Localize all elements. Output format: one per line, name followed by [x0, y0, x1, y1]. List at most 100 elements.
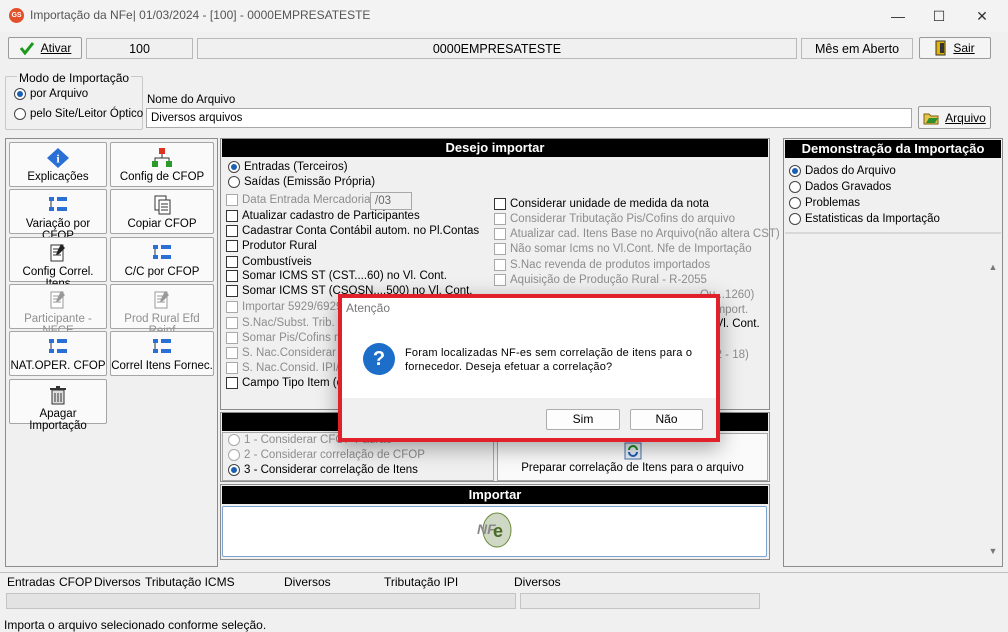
- importar-header: Importar: [222, 486, 768, 504]
- arquivo-button[interactable]: Arquivo: [918, 106, 991, 129]
- checkbox-icon: [226, 256, 238, 268]
- nao-button[interactable]: Não: [630, 409, 703, 430]
- status-entradas: Entradas: [7, 575, 56, 589]
- hierarchy-icon: [152, 148, 172, 167]
- maximize-button[interactable]: ☐: [921, 2, 957, 30]
- file-name-input[interactable]: Diversos arquivos: [146, 108, 912, 128]
- option-label: Somar Pis/Cofins no: [242, 332, 347, 344]
- right-option-1[interactable]: Considerar unidade de medida da nota: [494, 198, 709, 210]
- company-name-field: 0000EMPRESATESTE: [197, 38, 797, 59]
- file-name-label: Nome do Arquivo: [147, 94, 236, 106]
- scroll-up-icon[interactable]: ▲: [986, 262, 1000, 272]
- nat-oper-cfop-label: NAT.OPER. CFOP: [10, 360, 106, 372]
- sair-button[interactable]: Sair: [919, 37, 991, 59]
- variacao-cfop-button[interactable]: Variação por CFOP: [9, 189, 107, 242]
- demo-estatisticas-radio[interactable]: Estatisticas da Importação: [789, 213, 940, 225]
- entradas-radio[interactable]: Entradas (Terceiros): [228, 161, 348, 173]
- checkbox-icon: [494, 274, 506, 286]
- copy-icon: [154, 195, 171, 215]
- exit-door-icon: [935, 40, 946, 56]
- company-code-field: 100: [86, 38, 193, 59]
- mode-por-arquivo-label: por Arquivo: [30, 88, 89, 100]
- prod-rural-reinf-button[interactable]: Prod Rural Efd Reinf: [110, 284, 214, 337]
- config-correl-itens-button[interactable]: Config Correl. Itens: [9, 237, 107, 290]
- explicacoes-label: Explicações: [27, 171, 89, 183]
- edit-document-icon: [154, 291, 169, 309]
- status-ipi-value: Diversos: [514, 575, 561, 589]
- correl-itens-fornec-button[interactable]: Correl Itens Fornec.: [110, 331, 214, 376]
- progress-bar-left: [6, 593, 516, 609]
- left-option-7[interactable]: Importar 5929/6929: [226, 301, 342, 313]
- left-option-9[interactable]: Somar Pis/Cofins no: [226, 332, 347, 344]
- close-window-button[interactable]: ✕: [964, 2, 1000, 30]
- checkbox-icon: [226, 210, 238, 222]
- scroll-down-icon[interactable]: ▼: [986, 546, 1000, 556]
- minimize-button[interactable]: —: [880, 2, 916, 30]
- radio-selected-icon: [228, 161, 240, 173]
- mode-site-radio[interactable]: pelo Site/Leitor Óptico: [14, 108, 143, 120]
- option-label: 3 - Considerar correlação de Itens: [244, 464, 418, 476]
- left-option-5[interactable]: Somar ICMS ST (CST....60) no Vl. Cont.: [226, 270, 447, 282]
- correl-itens-fornec-label: Correl Itens Fornec.: [111, 360, 213, 372]
- sair-label: Sair: [953, 41, 975, 55]
- option-label: Importar 5929/6929: [242, 301, 343, 313]
- tree-list-icon: [49, 197, 67, 211]
- app-icon: GS: [9, 8, 24, 23]
- question-icon: ?: [363, 343, 395, 375]
- option-label: Problemas: [805, 197, 860, 209]
- cc-cfop-button[interactable]: C/C por CFOP: [110, 237, 214, 282]
- nat-oper-cfop-button[interactable]: NAT.OPER. CFOP: [9, 331, 107, 376]
- left-option-11[interactable]: S. Nac.Consid. IPI/F: [226, 362, 346, 374]
- config-cfop-button[interactable]: Config de CFOP: [110, 142, 214, 187]
- data-entrada-checkbox[interactable]: Data Entrada Mercadoria: [226, 194, 370, 206]
- refresh-icon: [624, 442, 641, 460]
- right-option-5[interactable]: S.Nac revenda de produtos importados: [494, 259, 710, 271]
- checkbox-icon: [494, 243, 506, 255]
- sim-button[interactable]: Sim: [546, 409, 620, 430]
- option-label: Não somar Icms no Vl.Cont. Nfe de Import…: [510, 243, 752, 255]
- left-option-1[interactable]: Atualizar cadastro de Participantes: [226, 210, 420, 222]
- option-label: Dados Gravados: [805, 181, 892, 193]
- demo-dados-arquivo-radio[interactable]: Dados do Arquivo: [789, 165, 896, 177]
- left-option-2[interactable]: Cadastrar Conta Contábil autom. no Pl.Co…: [226, 225, 479, 237]
- mode-por-arquivo-radio[interactable]: por Arquivo: [14, 88, 88, 100]
- left-option-10[interactable]: S. Nac.Considerar IF: [226, 347, 349, 359]
- ativar-label: Ativar: [40, 41, 72, 55]
- saidas-radio[interactable]: Saídas (Emissão Própria): [228, 176, 375, 188]
- ativar-button[interactable]: Ativar: [8, 37, 82, 59]
- option-label: Estatisticas da Importação: [805, 213, 940, 225]
- apagar-importacao-label: Apagar Importação: [29, 408, 87, 432]
- dialog-title: Atenção: [346, 301, 391, 315]
- demo-dados-gravados-radio[interactable]: Dados Gravados: [789, 181, 891, 193]
- demo-problemas-radio[interactable]: Problemas: [789, 197, 860, 209]
- checkbox-icon: [226, 240, 238, 252]
- left-option-4[interactable]: Combustíveis: [226, 256, 312, 268]
- data-entrada-input[interactable]: /03: [370, 192, 412, 210]
- arquivo-label: Arquivo: [945, 110, 986, 125]
- option-label: Atualizar cad. Itens Base no Arquivo(não…: [510, 228, 780, 240]
- option-label: 2 - Considerar correlação de CFOP: [244, 449, 425, 461]
- explicacoes-button[interactable]: i Explicações: [9, 142, 107, 187]
- left-option-3[interactable]: Produtor Rural: [226, 240, 317, 252]
- left-option-12[interactable]: Campo Tipo Item (ca: [226, 377, 349, 389]
- radio-icon: [228, 449, 240, 461]
- status-cfop-value: Diversos: [94, 575, 141, 589]
- option-label: S.Nac/Subst. Trib. E: [242, 317, 346, 329]
- checkbox-icon: [226, 347, 238, 359]
- left-option-8[interactable]: S.Nac/Subst. Trib. E: [226, 317, 346, 329]
- correl-option-2[interactable]: 2 - Considerar correlação de CFOP: [228, 449, 425, 461]
- check-icon: [19, 42, 34, 55]
- right-option-4[interactable]: Não somar Icms no Vl.Cont. Nfe de Import…: [494, 243, 752, 255]
- correl-option-3[interactable]: 3 - Considerar correlação de Itens: [228, 464, 418, 476]
- copiar-cfop-button[interactable]: Copiar CFOP: [110, 189, 214, 234]
- checkbox-icon: [226, 225, 238, 237]
- status-message: Importa o arquivo selecionado conforme s…: [4, 618, 267, 632]
- radio-icon: [228, 176, 240, 188]
- status-icms-value: Diversos: [284, 575, 331, 589]
- demo-scrollbar[interactable]: ▲ ▼: [986, 262, 1000, 564]
- apagar-importacao-button[interactable]: Apagar Importação: [9, 379, 107, 432]
- right-option-2[interactable]: Considerar Tributação Pis/Cofins do arqu…: [494, 213, 735, 225]
- right-option-3[interactable]: Atualizar cad. Itens Base no Arquivo(não…: [494, 228, 780, 240]
- right-option-6[interactable]: Aquisição de Produção Rural - R-2055: [494, 274, 707, 286]
- participante-nfce-button[interactable]: Participante - NFCE: [9, 284, 107, 337]
